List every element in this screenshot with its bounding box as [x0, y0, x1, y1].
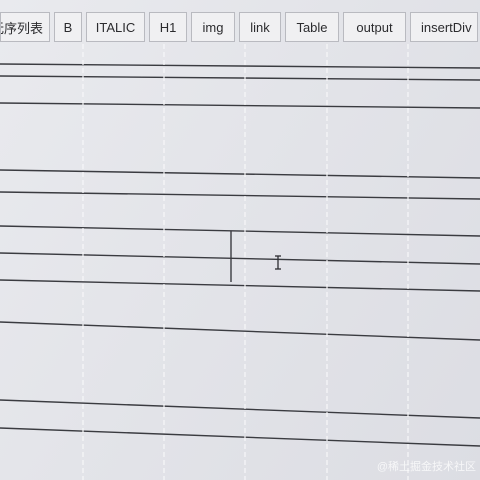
watermark: @稀土掘金技术社区: [376, 461, 476, 473]
editor-screen: 无序列表 B ITALIC H1 img link Table output i…: [0, 0, 480, 480]
editor-table-grid[interactable]: [0, 0, 480, 480]
text-cursor-icon: [275, 255, 281, 270]
